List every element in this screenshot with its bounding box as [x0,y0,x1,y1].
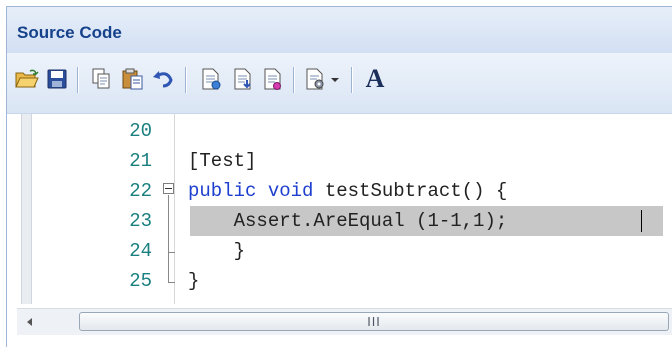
line-number: 22 [129,180,152,202]
toolbar-separator [185,67,186,93]
code-line: 20 [7,116,672,146]
save-button[interactable] [43,65,71,93]
open-folder-button[interactable] [13,65,41,93]
fold-guide-tick [168,252,175,253]
line-number: 20 [129,120,152,142]
document-marker-button[interactable] [259,65,287,93]
method-signature: testSubtract() { [313,180,508,202]
code-line-highlighted: 23 Assert.AreEqual (1-1,1); [7,206,672,236]
document-add-button[interactable] [197,65,225,93]
document-marker-icon [264,68,281,90]
copy-icon [92,68,110,89]
document-down-button[interactable] [229,65,257,93]
line-number: 25 [129,270,152,292]
code-text: [Test] [188,150,257,172]
toolbar: A [7,53,672,114]
toolbar-separator [293,67,294,93]
panel-titlebar: Source Code [7,7,672,53]
code-text: } [188,240,246,262]
fold-guide-line [168,195,169,282]
code-text: Assert.AreEqual (1-1,1); [188,210,508,232]
scrollbar-grip: III [367,314,381,329]
document-settings-dropdown-button[interactable] [303,65,345,93]
document-add-icon [202,68,221,90]
document-settings-dropdown-icon [306,68,339,90]
toolbar-separator [77,67,78,93]
paste-icon [122,68,143,90]
source-code-panel: Source Code A 20 21 [Test] 22 public voi… [6,6,672,347]
toolbar-separator [351,67,352,93]
line-number: 23 [129,210,152,232]
open-folder-icon [15,69,39,88]
fold-guide-tick [168,282,175,283]
undo-icon [153,71,173,88]
undo-button[interactable] [149,65,177,93]
code-area[interactable]: 20 21 [Test] 22 public void testSubtract… [7,114,672,304]
document-down-icon [234,68,251,90]
code-line: 22 public void testSubtract() { [7,176,672,206]
line-number: 21 [129,150,152,172]
text-caret [641,210,642,232]
keyword-void: void [267,180,314,202]
scroll-left-arrow-icon [27,318,32,326]
code-line: 25 } [7,266,672,296]
scroll-left-button[interactable] [17,309,43,335]
copy-button[interactable] [87,65,115,93]
save-icon [47,69,67,89]
font-button[interactable]: A [361,65,389,93]
horizontal-scrollbar[interactable]: III [17,308,672,335]
code-text: public void testSubtract() { [188,176,507,206]
font-icon: A [365,64,385,93]
code-line: 21 [Test] [7,146,672,176]
keyword-public: public [188,180,257,202]
panel-title: Source Code [17,23,122,42]
code-text: } [188,270,200,292]
collapse-toggle-icon[interactable] [163,183,174,194]
code-line: 24 } [7,236,672,266]
code-editor[interactable]: 20 21 [Test] 22 public void testSubtract… [7,113,672,347]
line-number: 24 [129,240,152,262]
paste-button[interactable] [119,65,147,93]
scrollbar-thumb[interactable]: III [79,312,669,331]
